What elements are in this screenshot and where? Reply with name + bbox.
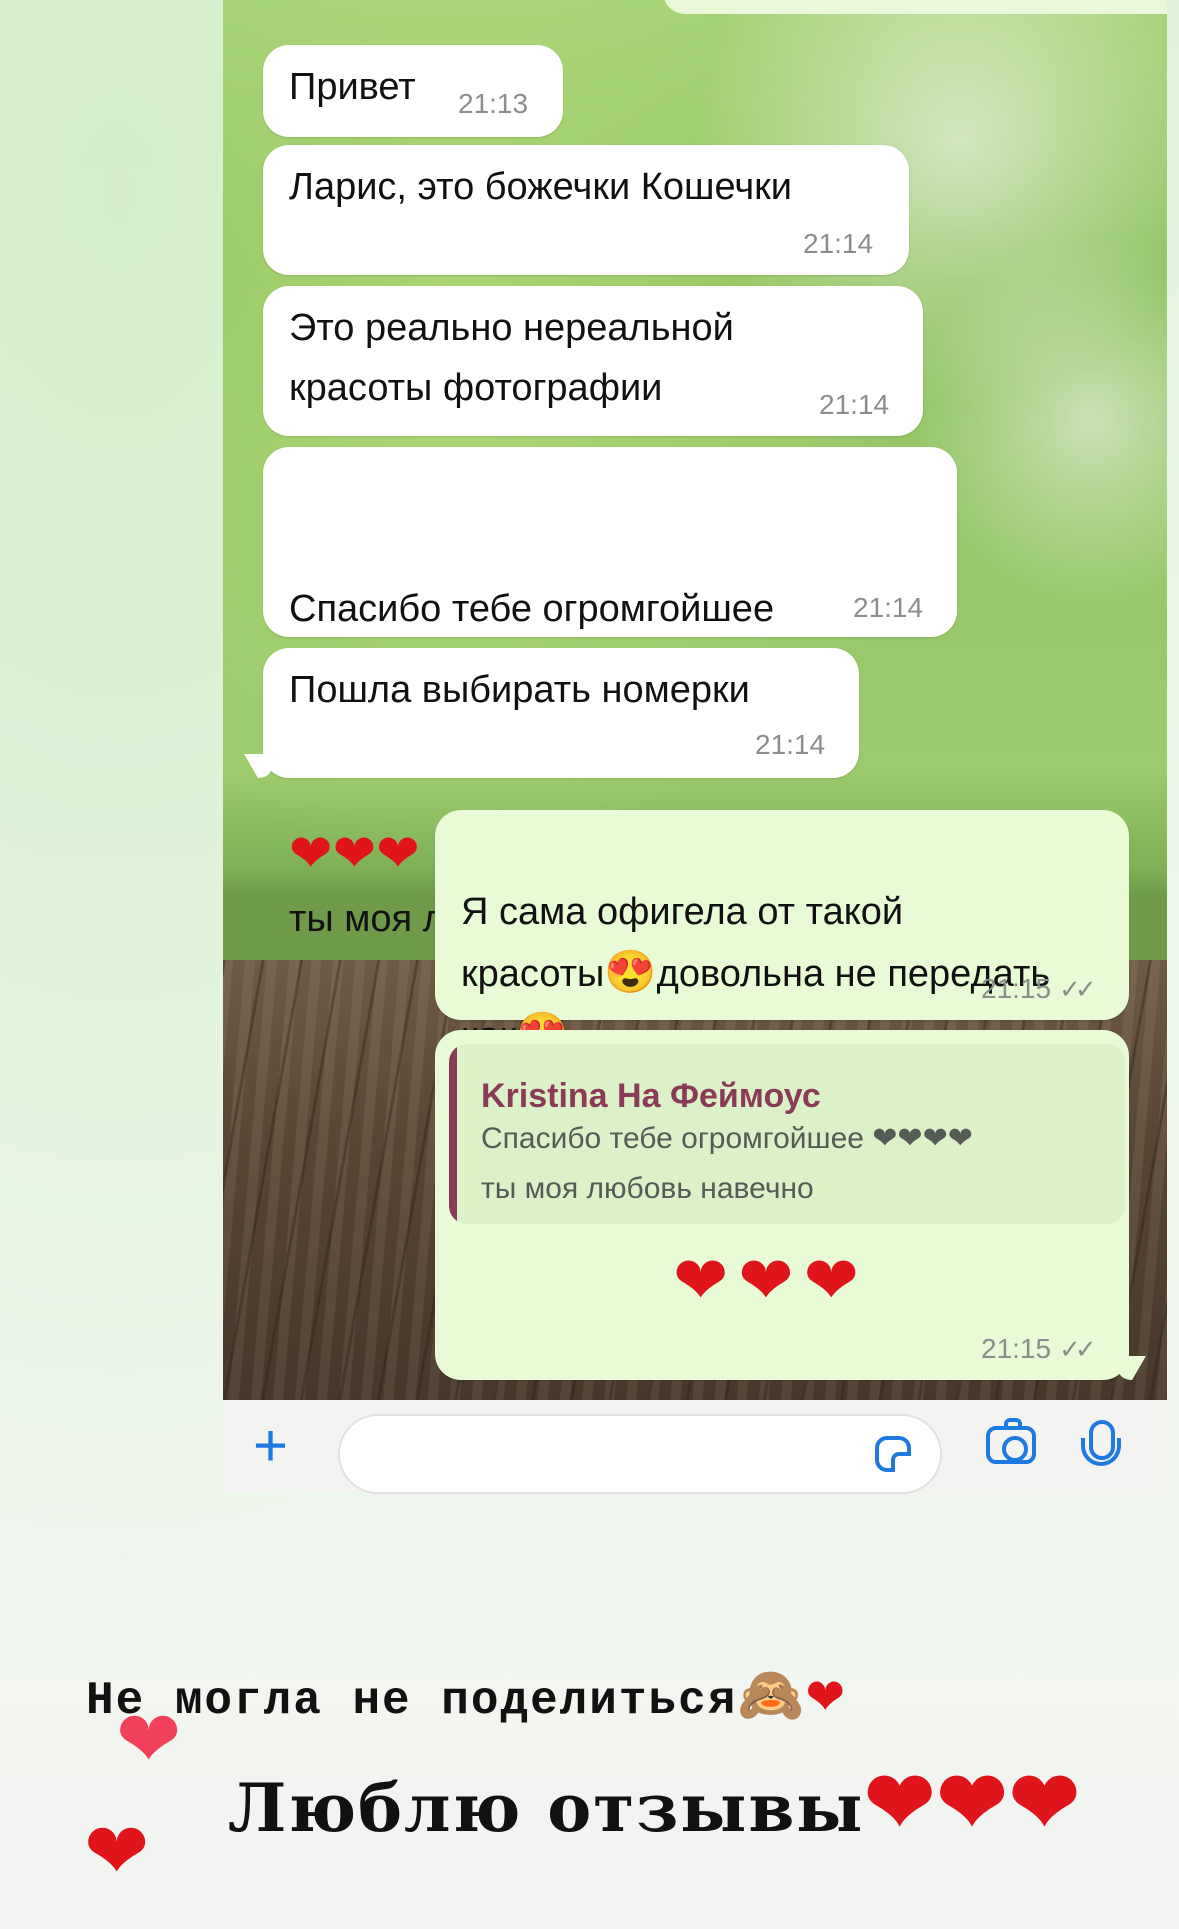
- incoming-message[interactable]: Спасибо тебе огромгойшее ❤ ❤❤❤ ты моя лю…: [263, 447, 957, 940]
- incoming-message[interactable]: Ларис, это божечки Кошечки 21:14: [263, 145, 909, 275]
- heart-sticker: ❤: [84, 1807, 150, 1895]
- caption-text: Не могла не поделиться: [86, 1675, 738, 1727]
- bubble-tail: [244, 754, 282, 778]
- read-ticks-icon: ✓✓: [1059, 974, 1096, 1004]
- caption-text: Люблю отзывы: [228, 1769, 865, 1847]
- camera-icon[interactable]: [986, 1418, 1036, 1464]
- message-time: 21:14: [819, 389, 890, 420]
- message-line: Спасибо тебе огромгойшее: [289, 588, 775, 630]
- incoming-message[interactable]: Привет 21:13: [263, 45, 563, 137]
- message-input-bar: +: [223, 1400, 1167, 1494]
- heart-eyes-emoji: 😍: [604, 948, 657, 995]
- incoming-message[interactable]: Это реально нереальной красоты фотографи…: [263, 286, 923, 436]
- heart-emoji: ❤❤❤: [289, 825, 420, 883]
- story-caption-line1: Не могла не поделиться🙈❤: [86, 1655, 846, 1732]
- plus-icon[interactable]: +: [253, 1416, 288, 1476]
- story-caption-line2: Люблю отзывы❤❤❤: [228, 1752, 1082, 1851]
- message-time-value: 21:15: [981, 973, 1052, 1004]
- sticker-icon[interactable]: [875, 1436, 911, 1472]
- read-ticks-icon: ✓✓: [1059, 1334, 1096, 1364]
- heart-emoji: ❤: [806, 1661, 846, 1732]
- message-text: Это реально нереальной красоты фотографи…: [289, 307, 734, 409]
- incoming-message[interactable]: Пошла выбирать номерки 21:14: [244, 648, 859, 778]
- message-time: 21:14: [803, 228, 874, 259]
- message-time: 21:14: [853, 592, 924, 623]
- quote-bar: [449, 1044, 457, 1224]
- previous-message-edge: [663, 0, 1167, 14]
- hearts-message: ❤❤❤: [673, 1243, 869, 1317]
- message-input[interactable]: [338, 1414, 942, 1494]
- message-time: 21:15 ✓✓: [981, 1333, 1097, 1365]
- message-time: 21:14: [755, 729, 826, 760]
- heart-emoji: ❤❤❤: [864, 1752, 1082, 1851]
- message-time-value: 21:15: [981, 1333, 1052, 1364]
- quoted-text: Спасибо тебе огромгойшее ❤❤❤❤ ты моя люб…: [481, 1122, 973, 1205]
- outgoing-reply-message[interactable]: Kristina На Феймоус Спасибо тебе огромго…: [435, 1030, 1146, 1380]
- chat-screenshot: Привет 21:13 Ларис, это божечки Кошечки …: [223, 0, 1167, 1400]
- message-text: Ларис, это божечки Кошечки: [289, 166, 793, 208]
- microphone-icon[interactable]: [1081, 1420, 1121, 1466]
- see-no-evil-emoji: 🙈: [737, 1669, 807, 1730]
- message-text: Привет: [289, 66, 416, 108]
- message-time: 21:13: [458, 88, 529, 119]
- heart-sticker: ❤: [116, 1695, 182, 1783]
- message-text: Пошла выбирать номерки: [289, 669, 750, 711]
- outgoing-message[interactable]: Я сама офигела от такой красоты😍довольна…: [435, 810, 1129, 1057]
- quoted-message[interactable]: Kristina На Феймоус Спасибо тебе огромго…: [449, 1044, 1125, 1224]
- message-time: 21:15 ✓✓: [981, 973, 1097, 1005]
